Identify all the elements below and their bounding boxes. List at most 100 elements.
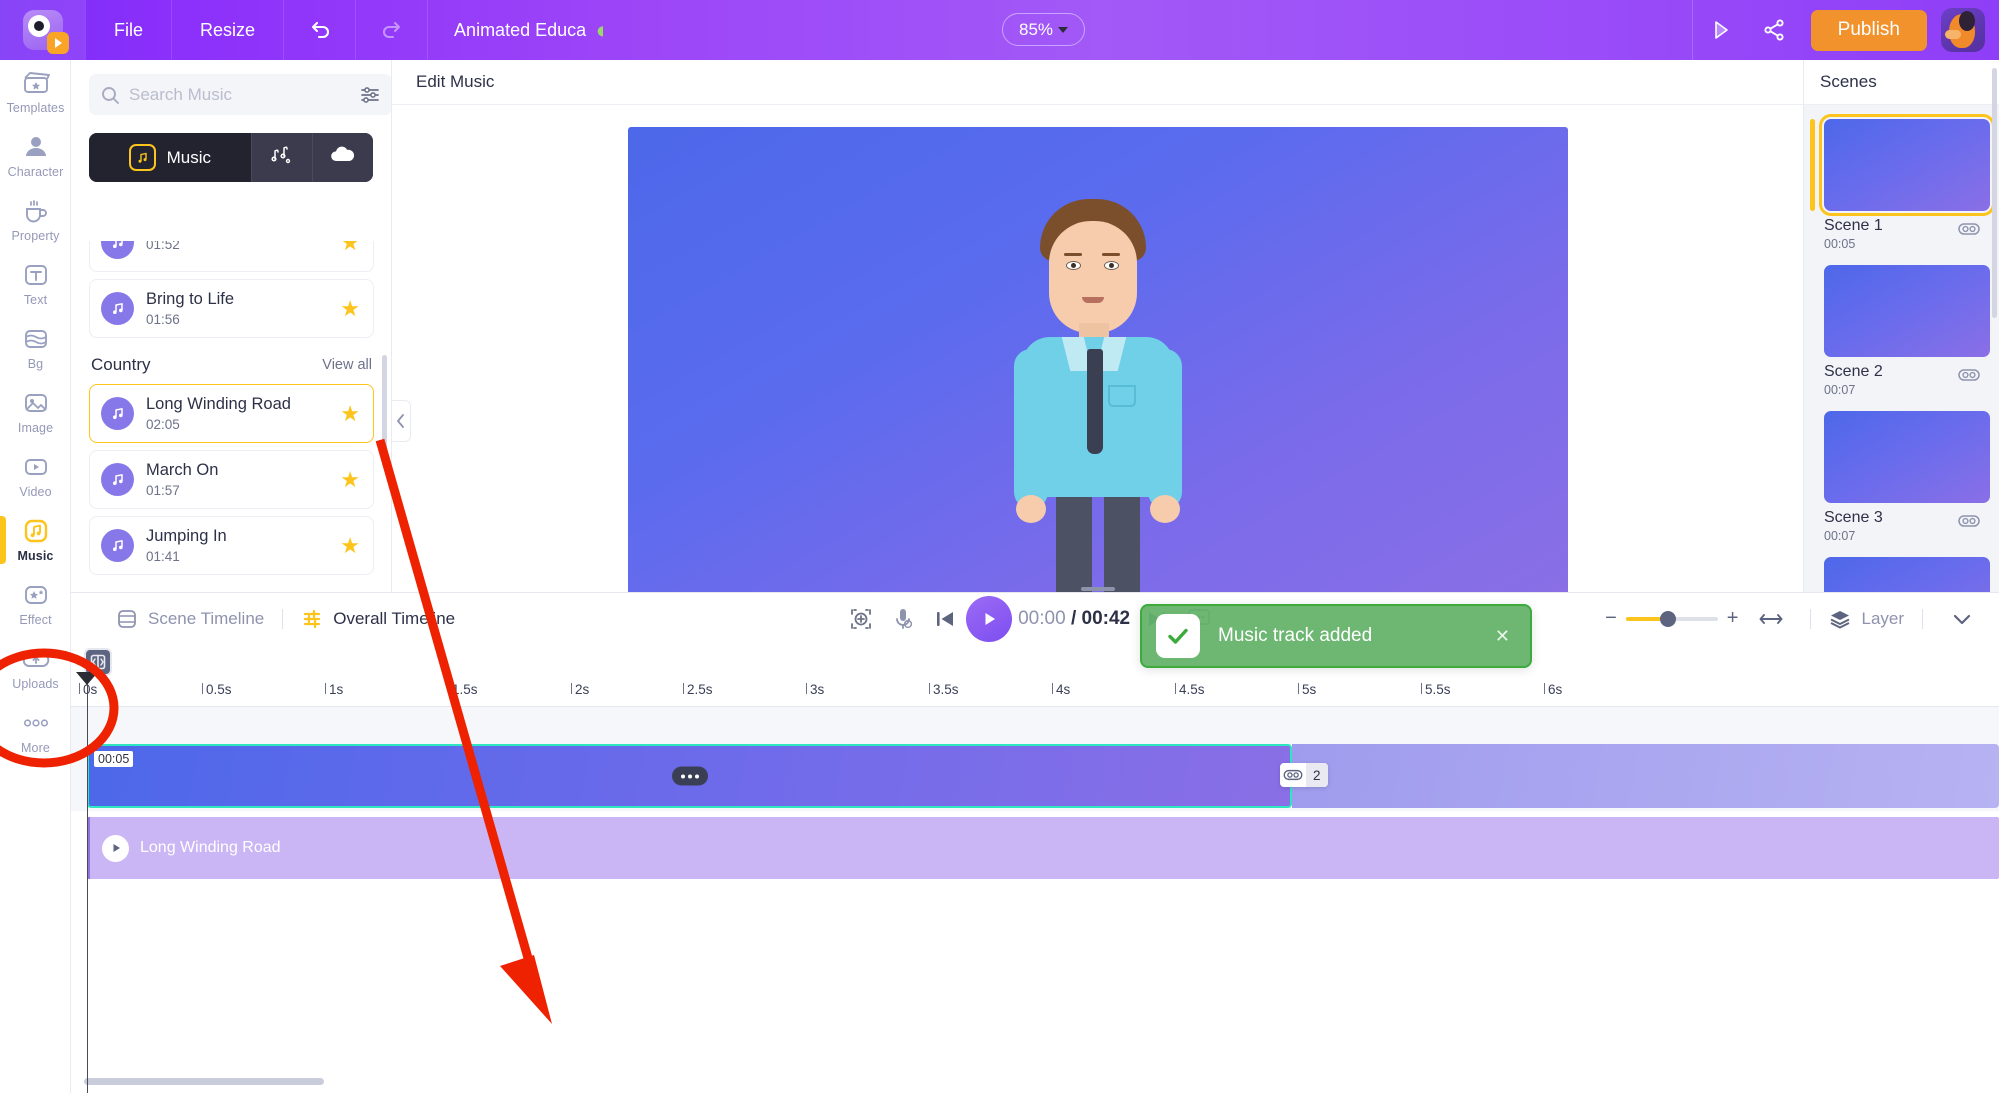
character-illustration[interactable] bbox=[1008, 199, 1188, 597]
sidebar-item-uploads[interactable]: Uploads bbox=[0, 636, 71, 700]
app-logo[interactable] bbox=[0, 0, 85, 60]
undo-button[interactable] bbox=[284, 0, 357, 60]
favorite-star-icon[interactable]: ★ bbox=[340, 534, 360, 557]
play-button[interactable] bbox=[966, 595, 1013, 642]
scene-canvas[interactable] bbox=[627, 127, 1568, 597]
audio-clip-name: Long Winding Road bbox=[140, 839, 281, 856]
redo-button[interactable] bbox=[356, 0, 429, 60]
layer-button[interactable]: Layer bbox=[1829, 608, 1904, 630]
collapse-panel-button[interactable] bbox=[392, 400, 411, 442]
scene-link-chip[interactable]: 2 bbox=[1280, 763, 1328, 787]
canvas-resize-grip[interactable] bbox=[1080, 587, 1115, 591]
chevron-down-icon bbox=[1953, 614, 1971, 624]
favorite-star-icon[interactable]: ★ bbox=[340, 402, 360, 425]
sidebar-item-more[interactable]: More bbox=[0, 700, 71, 764]
character-pocket bbox=[1107, 385, 1136, 407]
clip-duration-badge: 00:05 bbox=[94, 751, 134, 767]
project-title-area[interactable]: Animated Educa bbox=[428, 20, 604, 41]
tab-scene-timeline[interactable]: Scene Timeline bbox=[116, 608, 264, 630]
menu-resize[interactable]: Resize bbox=[172, 0, 285, 60]
tab-overall-timeline[interactable]: Overall Timeline bbox=[301, 608, 455, 630]
link-scene-icon[interactable] bbox=[1957, 363, 1981, 387]
chevron-left-icon bbox=[397, 414, 404, 428]
filter-sliders-icon[interactable] bbox=[359, 84, 381, 106]
preview-button[interactable] bbox=[1693, 0, 1747, 60]
list-item[interactable]: Bring to Life 01:56 ★ bbox=[89, 279, 374, 338]
scene-name: Scene 2 bbox=[1824, 363, 1883, 380]
favorite-star-icon[interactable]: ★ bbox=[340, 241, 360, 254]
avatar[interactable] bbox=[1941, 8, 1985, 52]
timeline-track-empty[interactable] bbox=[71, 707, 1999, 741]
record-voice-button[interactable] bbox=[882, 598, 924, 640]
fit-width-button[interactable] bbox=[1750, 598, 1792, 640]
skip-previous-button[interactable] bbox=[924, 598, 966, 640]
scene-name: Scene 3 bbox=[1824, 509, 1883, 526]
timeline-scene-clip[interactable]: 00:05 bbox=[87, 744, 1292, 808]
scenes-scrollbar[interactable] bbox=[1992, 68, 1997, 318]
scene-thumbnail[interactable] bbox=[1824, 265, 1990, 357]
timeline-track-scene[interactable]: 00:05 2 bbox=[71, 741, 1999, 811]
list-item[interactable]: March On 01:57 ★ bbox=[89, 450, 374, 509]
scene-item-3[interactable]: Scene 3 00:07 bbox=[1804, 397, 1999, 543]
track-name: March On bbox=[146, 461, 219, 479]
sidebar-item-property[interactable]: Property bbox=[0, 188, 71, 252]
close-icon[interactable]: ✕ bbox=[1489, 626, 1516, 647]
sidebar-item-video[interactable]: Video bbox=[0, 444, 71, 508]
sidebar-item-label: Property bbox=[11, 228, 60, 243]
share-button[interactable] bbox=[1747, 0, 1801, 60]
tab-sound-effects[interactable] bbox=[250, 133, 312, 182]
menu-file[interactable]: File bbox=[85, 0, 173, 60]
favorite-star-icon[interactable]: ★ bbox=[340, 468, 360, 491]
drag-dots-icon[interactable] bbox=[671, 766, 708, 786]
sidebar-item-bg[interactable]: Bg bbox=[0, 316, 71, 380]
editor-header: Edit Music bbox=[392, 60, 1803, 105]
play-small-icon[interactable] bbox=[102, 834, 129, 862]
sidebar-item-image[interactable]: Image bbox=[0, 380, 71, 444]
sidebar-item-music[interactable]: Music bbox=[0, 508, 71, 572]
scene-item-1[interactable]: Scene 1 00:05 bbox=[1804, 105, 1999, 251]
sidebar-item-text[interactable]: Text bbox=[0, 252, 71, 316]
long-winding-road-track[interactable]: Long Winding Road 02:05 ★ bbox=[89, 384, 374, 443]
zoom-slider[interactable] bbox=[1625, 610, 1718, 627]
zoom-in-button[interactable]: + bbox=[1727, 607, 1739, 630]
current-time: 00:00 bbox=[1018, 607, 1066, 629]
timeline-horizontal-scrollbar[interactable] bbox=[84, 1078, 324, 1085]
scene-thumbnail[interactable] bbox=[1819, 114, 1995, 216]
collapse-timeline-button[interactable] bbox=[1941, 598, 1983, 640]
music-icon bbox=[21, 518, 51, 544]
sidebar-item-character[interactable]: Character bbox=[0, 124, 71, 188]
list-item[interactable]: 01:52 ★ bbox=[89, 241, 374, 272]
search-input[interactable] bbox=[129, 84, 350, 105]
panel-scrollbar[interactable] bbox=[382, 355, 387, 467]
text-icon bbox=[21, 262, 51, 288]
link-scene-icon[interactable] bbox=[1957, 217, 1981, 241]
link-scene-icon[interactable] bbox=[1957, 509, 1981, 533]
tab-upload-music[interactable] bbox=[311, 133, 373, 182]
zoom-out-button[interactable]: − bbox=[1605, 607, 1617, 630]
publish-button[interactable]: Publish bbox=[1810, 9, 1927, 51]
canvas-stage[interactable] bbox=[392, 105, 1803, 597]
section-title: Country bbox=[91, 355, 151, 374]
zoom-slider-knob[interactable] bbox=[1659, 610, 1676, 627]
timeline-next-scene-clip[interactable] bbox=[1292, 744, 1999, 808]
playhead[interactable] bbox=[76, 672, 98, 1093]
total-time: 00:42 bbox=[1081, 607, 1131, 629]
zoom-level-selector[interactable]: 85% bbox=[1002, 13, 1085, 46]
timeline-audio-clip[interactable]: Long Winding Road bbox=[87, 817, 1999, 879]
fit-to-screen-button[interactable] bbox=[840, 598, 882, 640]
search-box[interactable] bbox=[89, 74, 391, 115]
scene-duration: 00:07 bbox=[1824, 383, 1856, 397]
scene-item-2[interactable]: Scene 2 00:07 bbox=[1804, 251, 1999, 397]
tab-music[interactable]: Music bbox=[89, 133, 251, 182]
sidebar-item-templates[interactable]: Templates bbox=[0, 60, 71, 124]
share-icon bbox=[1764, 19, 1784, 41]
view-all-link[interactable]: View all bbox=[322, 357, 372, 373]
ruler-tick-label: 3.5s bbox=[933, 682, 959, 697]
favorite-star-icon[interactable]: ★ bbox=[340, 297, 360, 320]
scene-thumbnail[interactable] bbox=[1824, 411, 1990, 503]
timeline-ruler[interactable]: 0s 0.5s 1s 1.5s 2s 2.5s 3s 3.5s 4s 4.5s … bbox=[71, 679, 1999, 707]
timeline-zoom-control[interactable]: − + bbox=[1605, 607, 1738, 630]
sidebar-item-effect[interactable]: Effect bbox=[0, 572, 71, 636]
list-item[interactable]: Jumping In 01:41 ★ bbox=[89, 516, 374, 575]
left-rail: Templates Character Property Text Bg Ima… bbox=[0, 60, 71, 1093]
